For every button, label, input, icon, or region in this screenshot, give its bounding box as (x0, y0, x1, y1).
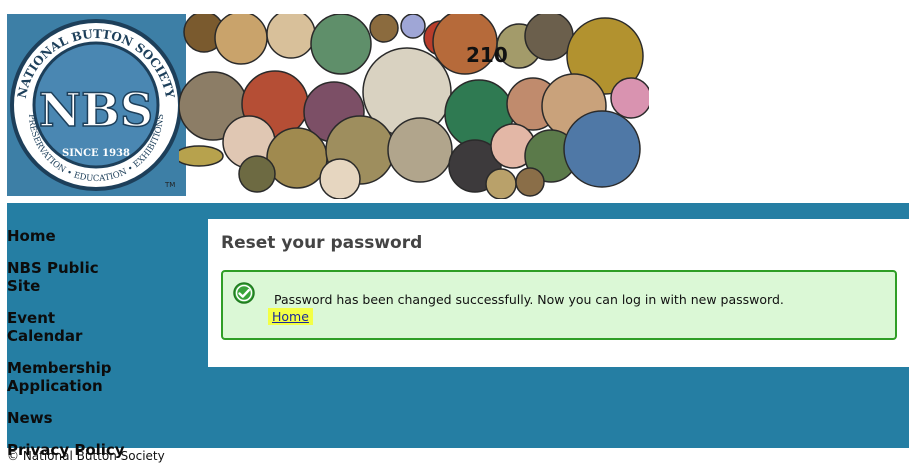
check-circle-icon (233, 282, 255, 304)
sidebar-item-membership-application[interactable]: Membership Application (7, 359, 127, 395)
logo-since-text: SINCE 1938 (62, 148, 130, 159)
success-message-box: Password has been changed successfully. … (221, 270, 897, 340)
sidebar-item-home[interactable]: Home (7, 227, 127, 245)
header-banner: NATIONAL BUTTON SOCIETY PRESERVATION • E… (7, 14, 652, 199)
nbs-logo: NATIONAL BUTTON SOCIETY PRESERVATION • E… (10, 19, 182, 191)
footer-copyright: © National Button Society (7, 449, 165, 463)
sidebar-item-nbs-public-site[interactable]: NBS Public Site (7, 259, 127, 295)
main-band: Home NBS Public Site Event Calendar Memb… (7, 203, 909, 459)
sidebar-item-event-calendar[interactable]: Event Calendar (7, 309, 127, 345)
banner-number: 210 (466, 43, 508, 67)
home-link[interactable]: Home (268, 308, 313, 325)
success-message-text: Password has been changed successfully. … (274, 292, 784, 307)
trademark-mark: TM (165, 181, 176, 189)
content-panel: Reset your password Password has been ch… (208, 219, 909, 367)
page-title: Reset your password (221, 233, 423, 253)
sidebar-nav: Home NBS Public Site Event Calendar Memb… (7, 227, 197, 473)
logo-main-text: NBS (39, 83, 153, 137)
sidebar-item-news[interactable]: News (7, 409, 127, 427)
button-collage-image (179, 14, 649, 199)
